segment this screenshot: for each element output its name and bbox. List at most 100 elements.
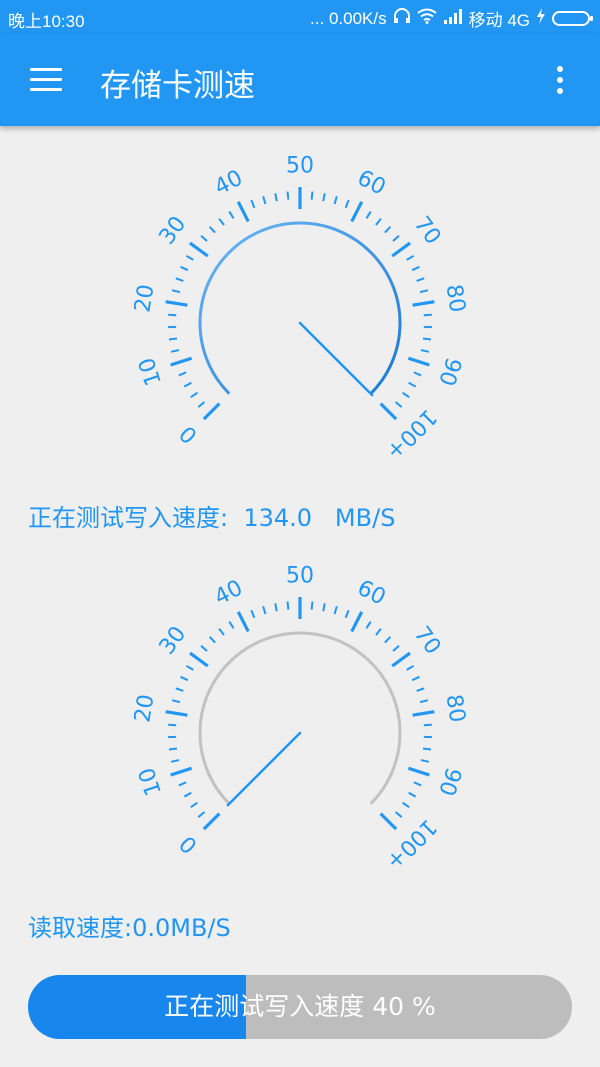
hamburger-menu-icon[interactable] bbox=[30, 68, 64, 94]
read-gauge-minor-tick bbox=[420, 759, 430, 763]
write-gauge-minor-tick bbox=[185, 254, 194, 261]
write-gauge-major-tick bbox=[165, 300, 188, 307]
write-gauge-minor-tick bbox=[406, 254, 415, 261]
charging-icon bbox=[536, 8, 546, 29]
write-gauge-minor-tick bbox=[411, 265, 420, 272]
read-gauge-major-tick bbox=[379, 812, 398, 831]
write-gauge-major-tick bbox=[350, 201, 364, 223]
wifi-icon bbox=[416, 8, 437, 29]
write-gauge-minor-tick bbox=[344, 199, 350, 209]
write-gauge-scale-label: 20 bbox=[130, 283, 159, 315]
read-gauge-minor-tick bbox=[401, 801, 410, 809]
read-gauge-minor-tick bbox=[168, 747, 178, 751]
progress-label: 正在测试写入速度 40 % bbox=[164, 992, 436, 1021]
write-gauge-scale-label: 80 bbox=[441, 283, 470, 315]
write-speed-gauge: 0 10 20 30 40 50 60 70 80 90 100+ bbox=[120, 143, 480, 503]
read-speed-text: 读取速度:0.0MB/S bbox=[28, 914, 231, 942]
app-bar: 存储卡测速 bbox=[0, 34, 600, 126]
write-gauge-minor-tick bbox=[208, 226, 216, 234]
write-gauge-svg: 010203040 50 60708090100+ bbox=[130, 154, 470, 465]
write-gauge-minor-tick bbox=[423, 313, 432, 317]
carrier-label: 移动 4G bbox=[468, 11, 530, 30]
write-gauge-minor-tick bbox=[413, 371, 422, 377]
write-gauge-minor-tick bbox=[262, 195, 267, 205]
write-gauge-minor-tick bbox=[419, 289, 429, 294]
read-gauge-major-tick bbox=[189, 651, 209, 668]
read-gauge-minor-tick bbox=[170, 759, 180, 763]
read-gauge-minor-tick bbox=[208, 636, 216, 644]
read-gauge-scale-label: 30 bbox=[155, 622, 192, 659]
read-gauge-scale-label: 90 bbox=[433, 764, 465, 798]
read-gauge-minor-tick bbox=[310, 601, 314, 610]
more-vert-icon[interactable] bbox=[550, 66, 570, 96]
read-gauge-minor-tick bbox=[392, 644, 400, 652]
read-gauge-major-tick bbox=[391, 651, 411, 668]
read-gauge-minor-tick bbox=[416, 687, 425, 692]
write-gauge-minor-tick bbox=[365, 211, 372, 219]
read-gauge-minor-tick bbox=[413, 781, 422, 787]
write-gauge-arc bbox=[198, 221, 402, 395]
write-gauge-minor-tick bbox=[200, 234, 208, 242]
write-speed-text: 正在测试写入速度: 134.0 MB/S bbox=[28, 504, 396, 532]
write-gauge-minor-tick bbox=[218, 218, 225, 226]
read-gauge-minor-tick bbox=[411, 675, 420, 682]
read-gauge-minor-tick bbox=[190, 801, 199, 809]
read-speed-gauge: 0 10 20 30 40 50 60 70 80 90 100+ bbox=[120, 553, 480, 913]
read-gauge-minor-tick bbox=[423, 723, 432, 727]
write-gauge-minor-tick bbox=[286, 191, 290, 200]
read-gauge-minor-tick bbox=[228, 621, 235, 629]
write-gauge-minor-tick bbox=[228, 211, 235, 219]
read-gauge-minor-tick bbox=[406, 664, 415, 671]
read-gauge-minor-tick bbox=[200, 644, 208, 652]
write-gauge-minor-tick bbox=[170, 349, 180, 353]
write-gauge-scale-label: 60 bbox=[353, 166, 389, 201]
read-gauge-scale-label: 80 bbox=[441, 693, 470, 725]
status-bar: 晚上10:30 ... 0.00K/s 移动 4G bbox=[0, 0, 600, 34]
read-gauge-minor-tick bbox=[262, 605, 267, 615]
read-gauge-minor-tick bbox=[175, 687, 184, 692]
write-gauge-minor-tick bbox=[310, 191, 314, 200]
read-gauge-minor-tick bbox=[168, 723, 177, 727]
read-gauge-svg: 010203040 50 60708090100+ bbox=[130, 564, 470, 875]
write-gauge-minor-tick bbox=[274, 193, 278, 202]
read-gauge-needle bbox=[226, 731, 302, 807]
read-gauge-minor-tick bbox=[197, 811, 206, 818]
write-gauge-scale-label: 40 bbox=[211, 166, 247, 201]
read-gauge-major-tick bbox=[202, 812, 221, 831]
read-gauge-minor-tick bbox=[365, 621, 372, 629]
read-gauge-major-tick bbox=[350, 611, 364, 633]
status-time: 晚上10:30 bbox=[8, 12, 85, 31]
status-indicators: ... 0.00K/s 移动 4G bbox=[310, 6, 593, 31]
headset-icon bbox=[393, 8, 411, 29]
read-gauge-major-tick bbox=[412, 710, 435, 717]
write-gauge-minor-tick bbox=[416, 277, 425, 282]
read-gauge-scale-label: 50 bbox=[286, 564, 314, 589]
write-gauge-major-tick bbox=[379, 402, 398, 421]
write-gauge-minor-tick bbox=[197, 401, 206, 408]
write-progress-bar: 正在测试写入速度 40 % bbox=[28, 975, 572, 1039]
read-gauge-scale-label: 20 bbox=[130, 693, 159, 725]
write-gauge-minor-tick bbox=[250, 199, 256, 209]
read-gauge-minor-tick bbox=[322, 603, 326, 612]
write-gauge-minor-tick bbox=[401, 391, 410, 399]
read-gauge-major-tick bbox=[165, 710, 188, 717]
write-gauge-minor-tick bbox=[392, 234, 400, 242]
write-gauge-scale-label: 50 bbox=[286, 154, 314, 179]
read-gauge-scale-label: 0 bbox=[175, 830, 203, 858]
write-gauge-minor-tick bbox=[183, 381, 192, 388]
read-gauge-major-tick bbox=[236, 611, 250, 633]
read-gauge-minor-tick bbox=[250, 609, 256, 619]
read-gauge-minor-tick bbox=[274, 603, 278, 612]
read-gauge-minor-tick bbox=[394, 811, 403, 818]
signal-icon bbox=[443, 8, 463, 29]
write-gauge-scale-label: 30 bbox=[155, 212, 192, 249]
write-gauge-minor-tick bbox=[333, 195, 338, 205]
read-gauge-major-tick bbox=[407, 766, 430, 777]
read-gauge-minor-tick bbox=[333, 605, 338, 615]
read-gauge-scale-label: 40 bbox=[211, 576, 247, 611]
read-gauge-minor-tick bbox=[171, 699, 181, 704]
write-gauge-minor-tick bbox=[322, 193, 326, 202]
read-gauge-minor-tick bbox=[180, 675, 189, 682]
read-gauge-minor-tick bbox=[218, 628, 225, 636]
write-gauge-minor-tick bbox=[420, 349, 430, 353]
